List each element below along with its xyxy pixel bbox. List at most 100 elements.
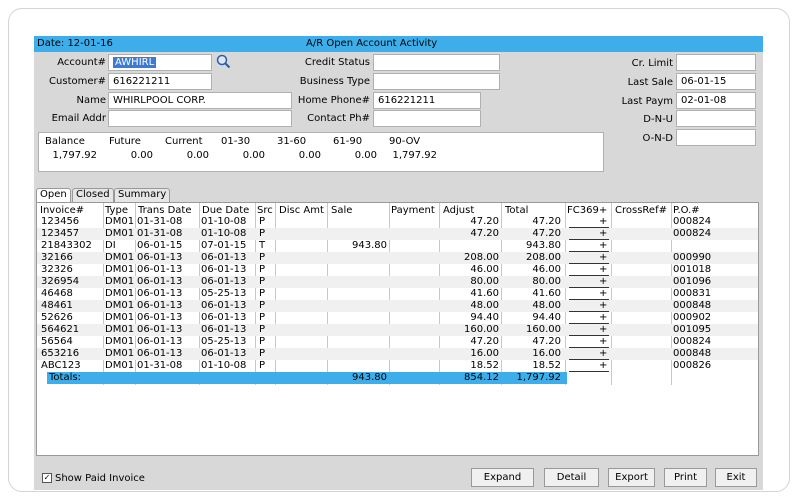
fc-plus-icon[interactable]: + [599,252,607,263]
due-date-cell: 06-01-13 [201,312,247,323]
table-row[interactable]: 46468 DM01 06-01-13 05-25-13 P 41.60 41.60 0008… [37,288,758,300]
column-header[interactable]: Adjust [443,205,474,216]
name-field[interactable]: WHIRLPOOL CORP. [108,92,292,109]
type-cell: DM01 [105,264,135,275]
trans-date-cell: 01-31-08 [137,228,183,239]
table-row[interactable]: 48461 DM01 06-01-13 06-01-13 P 48.00 48.00 0008… [37,300,758,312]
cr-limit-field[interactable] [676,54,756,71]
column-header[interactable]: FC369+ [567,205,607,216]
table-row[interactable]: 564621 DM01 06-01-13 06-01-13 P 160.00 160.00 0… [37,324,758,336]
fc-plus-icon[interactable]: + [599,288,607,299]
search-icon[interactable] [216,54,231,69]
due-date-cell: 06-01-13 [201,276,247,287]
business-type-field[interactable] [373,73,500,90]
account-field[interactable]: AWHIRL [108,54,212,71]
column-header[interactable]: Src [257,205,273,216]
column-header[interactable]: Trans Date [138,205,192,216]
fc-plus-icon[interactable]: + [599,276,607,287]
ar-window: Date: 12-01-16 A/R Open Account Activity… [34,36,763,490]
column-header[interactable]: Disc Amt [279,205,324,216]
age-61-90-header: 61-90 [333,136,363,147]
ond-field[interactable] [676,129,756,146]
fc-plus-icon[interactable]: + [599,348,607,359]
adjust-cell: 41.60 [470,288,499,299]
future-header: Future [109,136,141,147]
table-row[interactable]: 52626 DM01 06-01-13 06-01-13 P 94.40 94.40 0009… [37,312,758,324]
customer-field[interactable]: 616221211 [108,73,212,90]
src-cell: P [259,264,266,275]
detail-button[interactable]: Detail [544,468,599,487]
contact-ph-field[interactable] [373,110,481,127]
fc-plus-icon[interactable]: + [599,324,607,335]
fc-plus-icon[interactable]: + [599,300,607,311]
table-row[interactable]: 653216 DM01 06-01-13 06-01-13 P 16.00 16.00 000… [37,348,758,360]
table-row[interactable]: 123457 DM01 01-31-08 01-10-08 P 47.20 47.20 000… [37,228,758,240]
table-row[interactable]: 123456 DM01 01-31-08 01-10-08 P 47.20 47.20 000… [37,216,758,228]
print-button[interactable]: Print [664,468,707,487]
due-date-cell: 05-25-13 [201,288,247,299]
last-paym-label: Last Paym [621,96,673,107]
trans-date-cell: 06-01-13 [137,300,183,311]
src-cell: P [259,216,266,227]
tab-closed[interactable]: Closed [72,188,114,202]
src-cell: T [259,240,266,251]
expand-button[interactable]: Expand [471,468,534,487]
last-sale-field[interactable]: 06-01-15 [676,73,756,90]
src-cell: P [259,300,266,311]
total-cell: 47.20 [532,228,561,239]
total-cell: 943.80 [526,240,561,251]
email-field[interactable] [108,110,292,127]
adjust-cell: 16.00 [470,348,499,359]
fc-plus-icon[interactable]: + [599,240,607,251]
total-cell: 47.20 [532,216,561,227]
age-90-ov-value: 1,797.92 [392,150,437,161]
tab-summary[interactable]: Summary [114,188,171,202]
invoice-cell: 32166 [41,252,73,263]
type-cell: DM01 [105,360,135,371]
totals-label: Totals: [49,372,81,383]
home-phone-field[interactable]: 616221211 [373,92,481,109]
column-header[interactable]: Payment [391,205,435,216]
fc-plus-icon[interactable]: + [599,228,607,239]
table-row[interactable]: 32326 DM01 06-01-13 06-01-13 P 46.00 46.00 0010… [37,264,758,276]
fc-plus-icon[interactable]: + [599,360,607,371]
table-row[interactable]: 56564 DM01 06-01-13 05-25-13 P 47.20 47.20 0008… [37,336,758,348]
export-button[interactable]: Export [608,468,655,487]
fc-plus-icon[interactable]: + [599,336,607,347]
age-90-ov-header: 90-OV [389,136,421,147]
tab-open[interactable]: Open [36,188,71,203]
type-cell: DM01 [105,324,135,335]
exit-button[interactable]: Exit [715,468,757,487]
fc-plus-icon[interactable]: + [599,216,607,227]
po-cell: 000824 [673,216,712,227]
type-cell: DM01 [105,312,135,323]
table-row[interactable]: 32166 DM01 06-01-13 06-01-13 P 208.00 208.00 00… [37,252,758,264]
show-paid-checkbox[interactable]: ✓ Show Paid Invoice [42,473,145,484]
po-cell: 001018 [673,264,712,275]
credit-status-field[interactable] [373,54,500,71]
table-row[interactable]: 21843302 DI 06-01-15 07-01-15 T 943.80 943.80 + [37,240,758,252]
invoice-grid[interactable]: Invoice# Type Trans Date Due Date Src Disc Am… [36,202,759,456]
column-header[interactable]: Total [505,205,528,216]
column-header[interactable]: CrossRef# [615,205,667,216]
table-row[interactable]: ABC123 DM01 01-31-08 01-10-08 P 18.52 18.52 000… [37,360,758,372]
table-row[interactable]: 326954 DM01 06-01-13 06-01-13 P 80.00 80.00 001… [37,276,758,288]
fc-plus-icon[interactable]: + [599,312,607,323]
adjust-cell: 18.52 [470,360,499,371]
column-header[interactable]: Sale [331,205,352,216]
column-header[interactable]: Invoice# [40,205,84,216]
invoice-cell: 21843302 [41,240,92,251]
due-date-cell: 07-01-15 [201,240,247,251]
invoice-cell: 564621 [41,324,80,335]
column-header[interactable]: P.O.# [673,205,700,216]
dnu-field[interactable] [676,110,756,127]
business-type-label: Business Type [299,76,370,87]
column-header[interactable]: Type [105,205,128,216]
checkbox-icon[interactable]: ✓ [42,473,52,483]
type-cell: DM01 [105,348,135,359]
column-header[interactable]: Due Date [202,205,249,216]
last-paym-field[interactable]: 02-01-08 [676,92,756,109]
trans-date-cell: 06-01-15 [137,240,183,251]
fc-plus-icon[interactable]: + [599,264,607,275]
home-phone-label: Home Phone# [297,95,370,106]
